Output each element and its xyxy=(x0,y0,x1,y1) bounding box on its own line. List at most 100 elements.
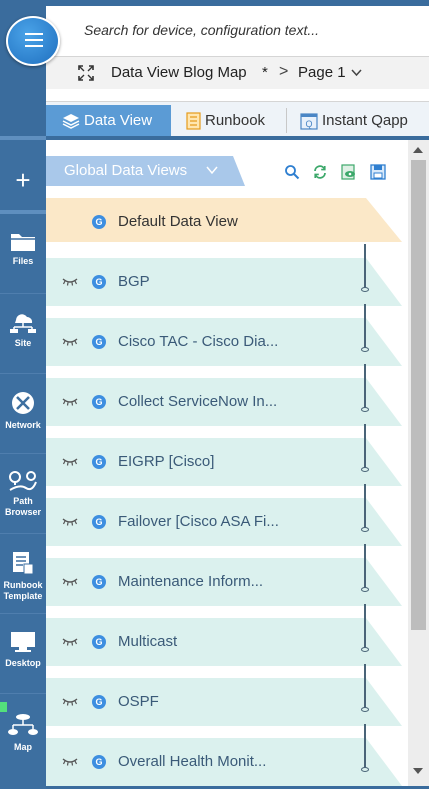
runbook-template-icon xyxy=(13,552,34,575)
list-item[interactable]: G Failover [Cisco ASA Fi... xyxy=(46,484,402,546)
search-icon[interactable] xyxy=(284,164,300,180)
desktop-icon xyxy=(11,632,35,652)
eye-closed-icon[interactable] xyxy=(62,278,78,286)
folder-icon xyxy=(11,234,35,251)
scroll-down-icon[interactable] xyxy=(413,768,423,774)
eye-closed-icon[interactable] xyxy=(62,458,78,466)
pin-line xyxy=(364,724,366,768)
pin-line xyxy=(364,664,366,708)
list-item[interactable]: G OSPF xyxy=(46,664,402,726)
scroll-up-icon[interactable] xyxy=(413,147,423,153)
tab-instant-qapp[interactable]: Q Instant Qapp xyxy=(300,105,428,136)
path-icon xyxy=(9,471,37,491)
sidebar-item-map[interactable]: Map xyxy=(0,698,46,776)
save-icon[interactable] xyxy=(370,164,386,180)
search-input[interactable] xyxy=(84,20,414,40)
eye-closed-icon[interactable] xyxy=(62,578,78,586)
view-name: Failover [Cisco ASA Fi... xyxy=(118,513,279,530)
view-icon[interactable] xyxy=(341,164,357,180)
tab-bar: Data View Runbook Q Instant Qapp xyxy=(46,101,429,137)
search-bar xyxy=(46,0,429,57)
view-name: Collect ServiceNow In... xyxy=(118,393,278,410)
sidebar-item-files[interactable]: Files xyxy=(0,216,46,294)
global-badge: G xyxy=(92,335,106,349)
pin-line xyxy=(364,484,366,528)
global-badge: G xyxy=(92,455,106,469)
section-title: Global Data Views xyxy=(64,162,188,179)
refresh-icon[interactable] xyxy=(312,164,328,180)
view-name: Overall Health Monit... xyxy=(118,753,267,770)
eye-closed-icon[interactable] xyxy=(62,758,78,766)
main-menu-button[interactable] xyxy=(6,16,60,66)
tab-data-view[interactable]: Data View xyxy=(46,105,171,136)
header-strip xyxy=(46,0,429,6)
global-data-views-dropdown[interactable]: Global Data Views xyxy=(46,156,245,186)
pin-dot xyxy=(361,347,369,352)
layers-icon xyxy=(62,114,80,129)
pin-line xyxy=(364,424,366,468)
breadcrumb: Data View Blog Map * > Page 1 xyxy=(46,57,429,89)
sidebar-item-runbook-template[interactable]: Runbook Template xyxy=(0,536,46,614)
pin-line xyxy=(364,364,366,408)
view-name: Cisco TAC - Cisco Dia... xyxy=(118,333,279,350)
list-item[interactable]: G BGP xyxy=(46,244,402,306)
list-item[interactable]: G Cisco TAC - Cisco Dia... xyxy=(46,304,402,366)
hamburger-icon xyxy=(25,33,43,51)
pin-dot xyxy=(361,587,369,592)
view-name: OSPF xyxy=(118,693,159,710)
list-item[interactable]: G Overall Health Monit... xyxy=(46,724,402,786)
chevron-down-icon[interactable] xyxy=(351,69,362,77)
view-name: BGP xyxy=(118,273,150,290)
expand-icon[interactable] xyxy=(78,65,94,81)
breadcrumb-separator: > xyxy=(279,63,289,80)
global-badge: G xyxy=(92,215,106,229)
sidebar-item-label: Network xyxy=(5,420,41,430)
global-badge: G xyxy=(92,635,106,649)
qapp-icon: Q xyxy=(300,113,318,130)
list-item[interactable]: G EIGRP [Cisco] xyxy=(46,424,402,486)
add-button[interactable]: + xyxy=(0,162,46,198)
map-icon xyxy=(8,714,38,735)
sidebar-item-desktop[interactable]: Desktop xyxy=(0,616,46,694)
eye-closed-icon[interactable] xyxy=(62,638,78,646)
sidebar-item-network[interactable]: Network xyxy=(0,376,46,454)
view-name: EIGRP [Cisco] xyxy=(118,453,215,470)
pin-dot xyxy=(361,527,369,532)
pin-line xyxy=(364,304,366,348)
sidebar-item-label: Files xyxy=(12,256,34,266)
map-name[interactable]: Data View Blog Map xyxy=(111,64,247,81)
page-selector[interactable]: Page 1 xyxy=(298,64,346,81)
eye-closed-icon[interactable] xyxy=(62,398,78,406)
eye-closed-icon[interactable] xyxy=(62,698,78,706)
global-badge: G xyxy=(92,695,106,709)
eye-closed-icon[interactable] xyxy=(62,518,78,526)
pin-dot xyxy=(361,707,369,712)
global-badge: G xyxy=(92,575,106,589)
rail-divider xyxy=(0,210,46,214)
tab-label: Runbook xyxy=(205,112,266,129)
view-name: Multicast xyxy=(118,633,178,650)
sidebar-item-label: Desktop xyxy=(5,658,41,668)
sidebar-item-label: Map xyxy=(14,742,32,752)
global-badge: G xyxy=(92,755,106,769)
runbook-icon xyxy=(186,112,201,130)
pin-dot xyxy=(361,467,369,472)
sidebar-item-label: Path Browser xyxy=(4,496,41,517)
pin-line xyxy=(364,604,366,648)
list-item[interactable]: G Multicast xyxy=(46,604,402,666)
sidebar-item-path-browser[interactable]: Path Browser xyxy=(0,456,46,534)
tab-runbook[interactable]: Runbook xyxy=(185,105,285,136)
sidebar-item-label: Site xyxy=(14,338,32,348)
eye-closed-icon[interactable] xyxy=(62,338,78,346)
scroll-thumb[interactable] xyxy=(411,160,426,630)
sidebar-item-site[interactable]: Site xyxy=(0,296,46,374)
modified-mark: * xyxy=(262,64,268,81)
global-badge: G xyxy=(92,275,106,289)
scrollbar[interactable] xyxy=(408,140,429,789)
global-badge: G xyxy=(92,515,106,529)
list-item[interactable]: G Collect ServiceNow In... xyxy=(46,364,402,426)
list-item-default-view[interactable]: G Default Data View xyxy=(46,198,402,246)
list-item[interactable]: G Maintenance Inform... xyxy=(46,544,402,606)
pin-dot xyxy=(361,407,369,412)
pin-dot xyxy=(361,767,369,772)
